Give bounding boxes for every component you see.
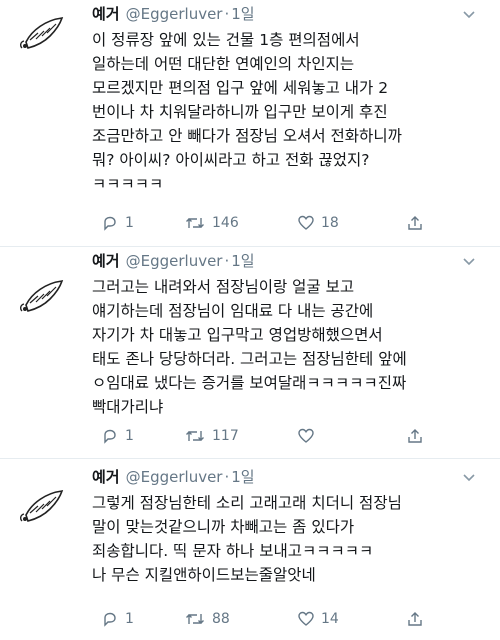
reply-button[interactable]: 1	[102, 211, 134, 235]
display-name[interactable]: 예거	[92, 252, 120, 270]
tweet-text-line: 조금만하고 안 빼다가 점장님 오셔서 전화하니까	[92, 127, 402, 145]
reply-button[interactable]: 1	[102, 607, 134, 631]
retweet-icon	[186, 614, 204, 624]
share-button[interactable]	[407, 211, 430, 235]
retweet-count: 88	[212, 611, 230, 627]
retweet-count: 117	[212, 428, 239, 444]
retweet-button[interactable]: 88	[185, 607, 230, 631]
heart-icon	[298, 611, 314, 626]
tweet[interactable]: 예거 @Eggerluver · 1일 그렇게 점장님한테 소리 고래고래 치더니 점…	[0, 459, 500, 640]
share-button[interactable]	[407, 607, 430, 631]
tweet-text-line: 그렇게 점장님한테 소리 고래고래 치더니 점장님	[92, 494, 402, 512]
chevron-down-icon[interactable]	[460, 252, 478, 270]
reply-button[interactable]: 1	[102, 424, 134, 448]
chevron-down-icon[interactable]	[460, 468, 478, 486]
retweet-icon	[186, 431, 204, 441]
retweet-count: 146	[212, 215, 239, 231]
reply-icon	[104, 216, 116, 231]
tweet-text-line: ㅋㅋㅋㅋㅋ	[92, 175, 164, 193]
timestamp[interactable]: 1일	[231, 468, 254, 486]
like-button[interactable]	[298, 424, 321, 448]
display-name[interactable]: 예거	[92, 468, 120, 486]
avatar[interactable]	[16, 8, 72, 54]
user-handle[interactable]: @Eggerluver	[126, 5, 223, 23]
like-button[interactable]: 14	[298, 607, 339, 631]
tweet-text-line: 그러고는 내려와서 점장님이랑 얼굴 보고	[92, 278, 355, 296]
like-button[interactable]: 18	[298, 211, 339, 235]
reply-count: 1	[125, 215, 134, 231]
timestamp[interactable]: 1일	[231, 252, 254, 270]
heart-icon	[298, 215, 314, 230]
chevron-down-icon[interactable]	[460, 5, 478, 23]
tweet-text: 그러고는 내려와서 점장님이랑 얼굴 보고 얘기하는데 점장님이 임대료 다 내…	[92, 275, 488, 419]
tweet-text-line: ㅇ임대료 냈다는 증거를 보여달래ㅋㅋㅋㅋㅋ진짜	[92, 374, 407, 392]
tweet-text-line: 이 정류장 앞에 있는 건물 1층 편의점에서	[92, 31, 360, 49]
doodle-avatar-icon	[20, 280, 64, 312]
share-icon	[408, 429, 422, 443]
tweet-header: 예거 @Eggerluver · 1일	[92, 252, 255, 270]
share-button[interactable]	[407, 424, 430, 448]
tweet-text-line: 빡대가리냐	[92, 398, 164, 416]
tweet-text: 그렇게 점장님한테 소리 고래고래 치더니 점장님 말이 맞는것같으니까 차빼고…	[92, 491, 488, 587]
tweet-header: 예거 @Eggerluver · 1일	[92, 468, 255, 486]
avatar[interactable]	[16, 271, 72, 317]
timestamp[interactable]: 1일	[231, 5, 254, 23]
tweet-text-line: 태도 존나 당당하더라. 그러고는 점장님한테 앞에	[92, 350, 407, 368]
retweet-button[interactable]: 146	[185, 211, 239, 235]
tweet-header: 예거 @Eggerluver · 1일	[92, 5, 255, 23]
tweet-text-line: 죄송합니다. 띡 문자 하나 보내고ㅋㅋㅋㅋㅋ	[92, 542, 374, 560]
user-handle[interactable]: @Eggerluver	[126, 252, 223, 270]
tweet-text-line: 말이 맞는것같으니까 차빼고는 좀 있다가	[92, 518, 355, 536]
tweet-text-line: 번이나 차 치워달라하니까 입구만 보이게 후진	[92, 103, 388, 121]
doodle-avatar-icon	[20, 17, 64, 49]
reply-icon	[104, 429, 116, 444]
tweet-text-line: 일하는데 어떤 대단한 연예인의 차인지는	[92, 55, 355, 73]
tweet-text-line: 얘기하는데 점장님이 임대료 다 내는 공간에	[92, 302, 374, 320]
user-handle[interactable]: @Eggerluver	[126, 468, 223, 486]
share-icon	[408, 216, 422, 230]
retweet-button[interactable]: 117	[185, 424, 239, 448]
avatar[interactable]	[16, 481, 72, 527]
heart-icon	[298, 428, 314, 443]
like-count: 14	[321, 611, 339, 627]
tweet-text-line: 뭐? 아이씨? 아이씨라고 하고 전화 끊었지?	[92, 151, 370, 169]
retweet-icon	[186, 218, 204, 228]
tweet-text: 이 정류장 앞에 있는 건물 1층 편의점에서 일하는데 어떤 대단한 연예인의…	[92, 28, 488, 196]
display-name[interactable]: 예거	[92, 5, 120, 23]
tweet[interactable]: 예거 @Eggerluver · 1일 그러고는 내려와서 점장님이랑 얼굴 보고 얘…	[0, 247, 500, 458]
reply-count: 1	[125, 611, 134, 627]
tweet-text-line: 모르겠지만 편의점 입구 앞에 세워놓고 내가 2	[92, 79, 389, 97]
like-count: 18	[321, 215, 339, 231]
tweet[interactable]: 예거 @Eggerluver · 1일 이 정류장 앞에 있는 건물 1층 편의점에서…	[0, 0, 500, 246]
tweet-text-line: 자기가 차 대놓고 입구막고 영업방해했으면서	[92, 326, 383, 344]
tweet-text-line: 나 무슨 지킬앤하이드보는줄알앗네	[92, 566, 316, 584]
doodle-avatar-icon	[20, 490, 64, 522]
reply-icon	[104, 612, 116, 627]
reply-count: 1	[125, 428, 134, 444]
share-icon	[408, 612, 422, 626]
